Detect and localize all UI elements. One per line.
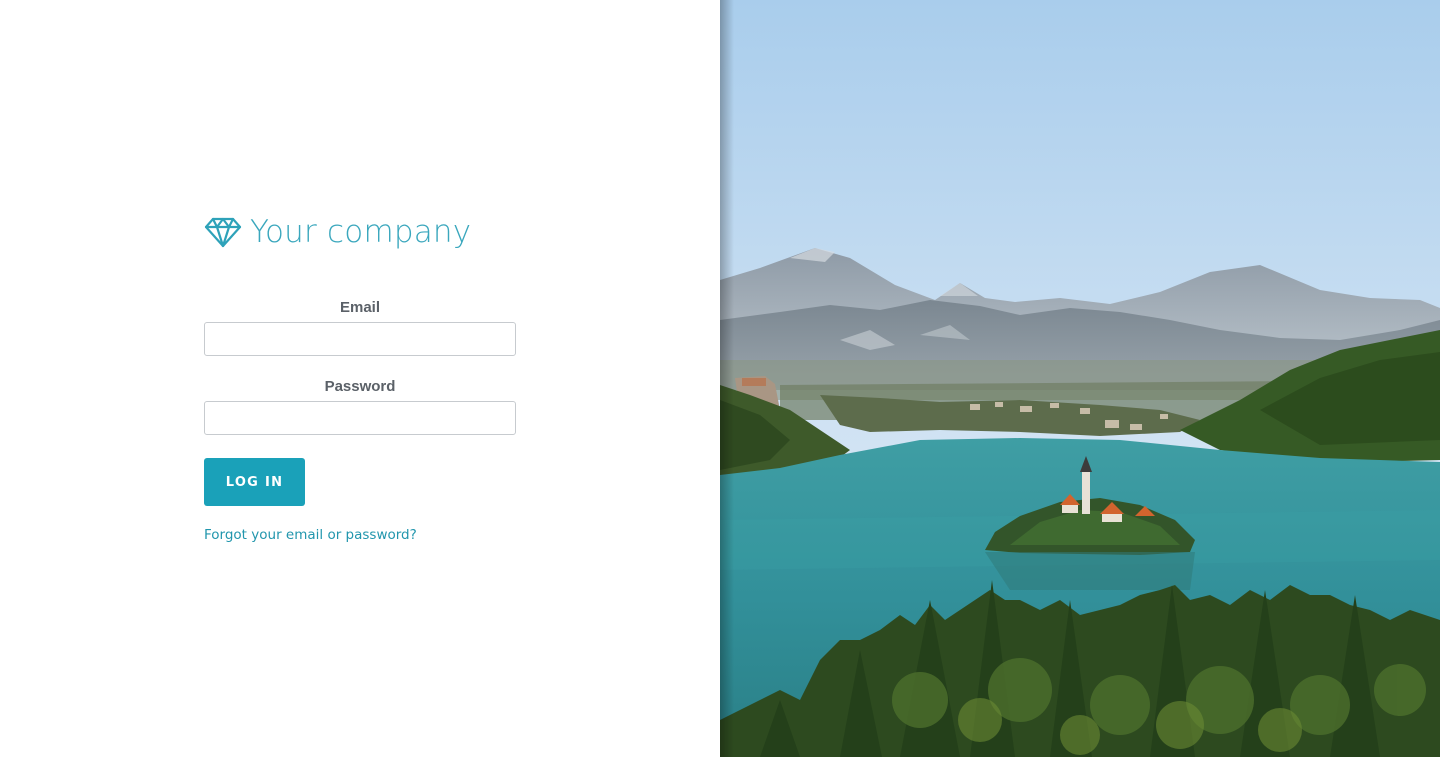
forgot-password-link[interactable]: Forgot your email or password? [204,527,417,543]
brand-name: Your company [250,214,472,250]
lake-landscape-image [720,0,1440,757]
password-field[interactable] [204,401,516,435]
login-panel: Your company Email Password LOG IN Forgo… [0,0,720,757]
password-label: Password [324,378,396,395]
brand: Your company [204,212,516,252]
login-form: Your company Email Password LOG IN Forgo… [204,212,516,544]
login-button[interactable]: LOG IN [204,458,305,506]
email-label: Email [339,299,381,316]
login-page: Your company Email Password LOG IN Forgo… [0,0,1440,757]
email-field[interactable] [204,322,516,356]
diamond-icon [204,216,242,248]
hero-image [720,0,1440,757]
